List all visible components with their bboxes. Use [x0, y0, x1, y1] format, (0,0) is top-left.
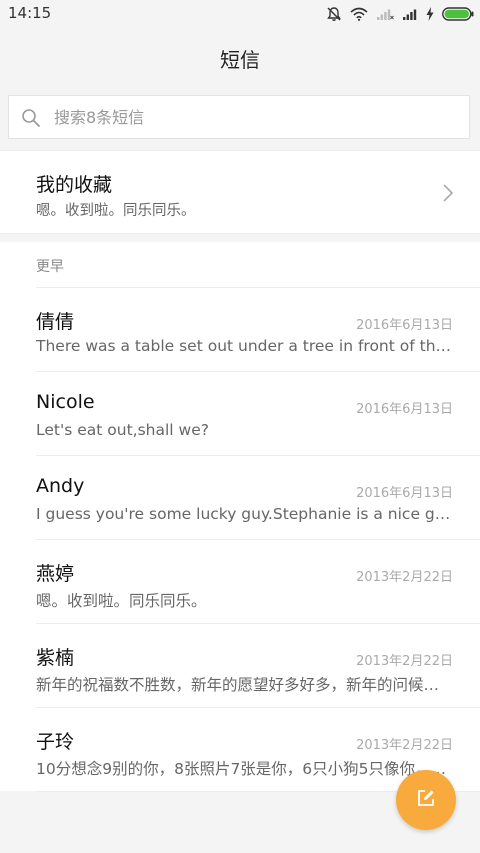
- message-date: 2013年2月22日: [356, 738, 453, 753]
- message-preview: 新年的祝福数不胜数，新年的愿望好多好多，新年的问候送给你: [36, 676, 454, 694]
- conversation-row[interactable]: 倩倩 2016年6月13日 There was a table set out …: [0, 288, 480, 372]
- message-preview: I guess you're some lucky guy.Stephanie …: [36, 505, 454, 523]
- conversation-row[interactable]: 紫楠 2013年2月22日 新年的祝福数不胜数，新年的愿望好多好多，新年的问候送…: [0, 624, 480, 708]
- status-icons: [326, 3, 474, 25]
- compose-icon: [416, 788, 436, 812]
- message-preview: Let's eat out,shall we?: [36, 421, 209, 439]
- contact-name: 紫楠: [36, 647, 75, 669]
- message-date: 2016年6月13日: [356, 486, 453, 501]
- message-preview: 嗯。收到啦。同乐同乐。: [36, 592, 207, 610]
- chevron-right-icon: [442, 183, 454, 207]
- message-date: 2016年6月13日: [356, 318, 453, 333]
- charging-icon: [426, 7, 434, 21]
- contact-name: Nicole: [36, 391, 95, 413]
- wifi-icon: [350, 7, 368, 21]
- conversation-row[interactable]: Nicole 2016年6月13日 Let's eat out,shall we…: [0, 372, 480, 456]
- message-date: 2013年2月22日: [356, 654, 453, 669]
- status-time: 14:15: [8, 4, 52, 22]
- search-box[interactable]: [8, 95, 470, 139]
- signal-weak-icon: [376, 7, 394, 21]
- favorites-entry[interactable]: 我的收藏 嗯。收到啦。同乐同乐。: [0, 150, 480, 234]
- contact-name: Andy: [36, 475, 85, 497]
- battery-icon: [442, 7, 474, 21]
- mute-bell-icon: [326, 6, 342, 22]
- title-bar: 短信: [0, 28, 480, 86]
- contact-name: 燕婷: [36, 563, 75, 585]
- message-preview: There was a table set out under a tree i…: [36, 337, 454, 355]
- conversation-list: 更早 倩倩 2016年6月13日 There was a table set o…: [0, 242, 480, 792]
- signal-full-icon: [402, 7, 418, 21]
- page-title: 短信: [220, 48, 260, 72]
- search-input[interactable]: [53, 96, 454, 138]
- favorites-title: 我的收藏: [36, 174, 113, 196]
- search-icon: [21, 108, 41, 132]
- section-header: 更早: [36, 259, 64, 275]
- status-bar: 14:15: [0, 0, 480, 28]
- conversation-row[interactable]: Andy 2016年6月13日 I guess you're some luck…: [0, 456, 480, 540]
- favorites-preview: 嗯。收到啦。同乐同乐。: [36, 203, 196, 219]
- conversation-row[interactable]: 燕婷 2013年2月22日 嗯。收到啦。同乐同乐。: [0, 540, 480, 624]
- contact-name: 子玲: [36, 731, 75, 753]
- contact-name: 倩倩: [36, 311, 75, 333]
- message-date: 2013年2月22日: [356, 570, 453, 585]
- message-preview: 10分想念9别的你，8张照片7张是你，6只小狗5只像你，4次约会: [36, 760, 454, 778]
- compose-button[interactable]: [396, 770, 456, 830]
- message-date: 2016年6月13日: [356, 402, 453, 417]
